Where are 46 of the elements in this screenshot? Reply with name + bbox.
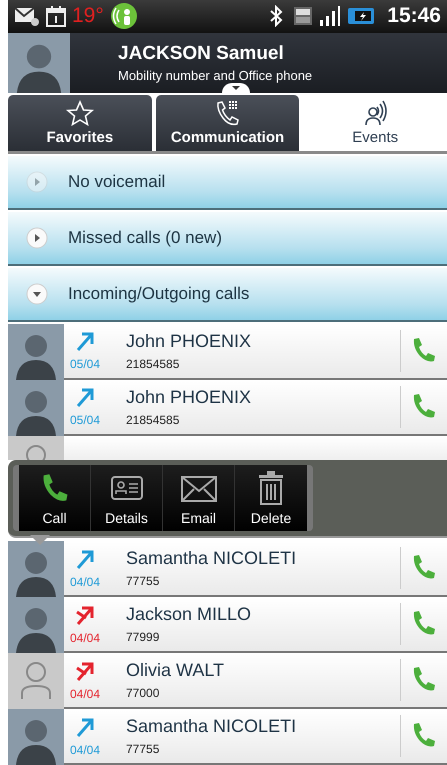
tab[interactable]: Communication — [156, 94, 300, 152]
phone-number: 21854585 — [126, 412, 180, 427]
expand-handle[interactable] — [222, 82, 250, 93]
phone-number: 77000 — [126, 686, 160, 700]
call-date: 04/04 — [70, 630, 100, 644]
call-date: 05/04 — [70, 357, 100, 372]
call-date: 04/04 — [70, 574, 100, 588]
menu-action-button[interactable]: Email — [163, 464, 235, 531]
caller-name: Samantha NICOLETI — [126, 716, 298, 737]
mail-icon — [14, 5, 40, 28]
phone-number: 77755 — [126, 574, 160, 588]
clock-time: 15:46 — [387, 4, 441, 28]
caller-name: John PHOENIX — [126, 330, 252, 352]
menu-action-button[interactable]: Delete — [235, 464, 307, 531]
caller-name: Jackson MILLO — [126, 604, 252, 625]
signal-icon — [319, 5, 342, 28]
caller-name: John PHOENIX — [126, 386, 252, 408]
default-avatar-icon — [8, 436, 64, 460]
contact-name: JACKSON Samuel — [118, 42, 285, 65]
menu-action-button[interactable]: Details — [91, 464, 163, 531]
call-log-row[interactable]: 04/04 Samantha NICOLETI 77755 — [8, 541, 447, 597]
presence-icon — [110, 2, 138, 30]
network-3g-icon — [293, 5, 314, 28]
star-icon — [64, 99, 95, 128]
contact-photo — [8, 32, 70, 93]
call-log-row[interactable]: 05/04 John PHOENIX 21854585 — [8, 380, 447, 436]
call-date: 04/04 — [70, 742, 100, 756]
section-header[interactable]: Missed calls (0 new) — [8, 212, 447, 266]
calendar-icon — [46, 5, 66, 28]
temperature: 19° — [72, 4, 104, 28]
tab[interactable]: Favorites — [8, 94, 152, 152]
menu-action-button[interactable]: Call — [19, 464, 91, 531]
phone-number: 77999 — [126, 630, 160, 644]
call-date: 04/04 — [70, 686, 100, 700]
caller-name: Olivia WALT — [126, 660, 226, 681]
call-log-row[interactable]: 05/04 John PHOENIX 21854585 — [8, 324, 447, 380]
phone-number: 21854585 — [126, 356, 180, 371]
contact-subtitle: Mobility number and Office phone — [118, 68, 312, 83]
call-date: 05/04 — [70, 413, 100, 428]
call-log-row[interactable]: 04/04 Olivia WALT 77000 — [8, 653, 447, 709]
caller-name: Samantha NICOLETI — [126, 548, 298, 569]
trash-icon — [256, 470, 286, 506]
phone-number: 77755 — [126, 742, 160, 756]
call-log-row[interactable]: 04/04 Samantha NICOLETI 77755 — [8, 709, 447, 765]
call-log-row[interactable]: 04/04 Jackson MILLO 77999 — [8, 597, 447, 653]
section-header[interactable]: Incoming/Outgoing calls — [8, 268, 447, 322]
